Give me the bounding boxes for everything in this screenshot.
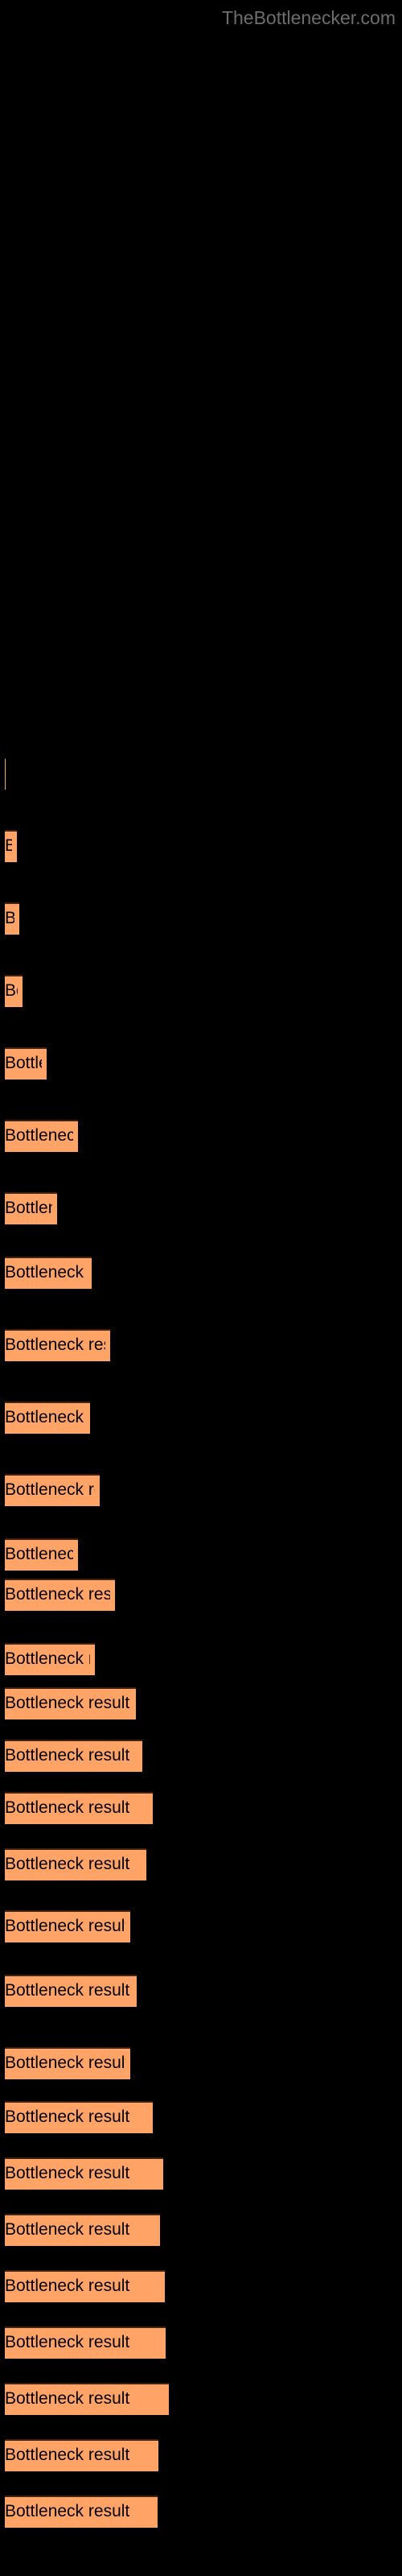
bar-rect [5, 1975, 137, 2007]
bar-rect [5, 2214, 160, 2246]
bar-row: Bottleneck result [0, 975, 402, 1007]
bar-row: Bottleneck result [0, 1047, 402, 1080]
bar-rect [5, 1047, 47, 1080]
bar-row: Bottleneck result [0, 2101, 402, 2133]
bar-row: Bottleneck result [0, 1643, 402, 1675]
bar-row: Bottleneck result [0, 2383, 402, 2415]
bar-rect [5, 975, 23, 1007]
bar-row: Bottleneck result [0, 2270, 402, 2302]
bar-rect [5, 1910, 130, 1942]
bar-rect [5, 902, 19, 935]
bar-row: Bottleneck result [0, 2214, 402, 2246]
bar-row: Bottleneck result [0, 1192, 402, 1224]
bar-rect [5, 2439, 158, 2471]
bar-row: Bottleneck result [0, 1402, 402, 1434]
bar-rect [5, 1687, 136, 1719]
bar-row: Bottleneck result [0, 1910, 402, 1942]
bar-row: Bottleneck result [0, 1792, 402, 1824]
bar-row: Bottleneck result [0, 1538, 402, 1571]
bar-row: Bottleneck result [0, 1687, 402, 1719]
bar-rect [5, 1740, 142, 1772]
bar-rect [5, 2047, 130, 2079]
bar-row: Bottleneck result [0, 1474, 402, 1506]
bar-rect [5, 1192, 57, 1224]
bar-rect [5, 1538, 78, 1571]
bottleneck-bar-chart: Bottleneck result Bottleneck result Bottle… [0, 0, 402, 2576]
bar-rect [5, 1257, 92, 1289]
bar-row: Bottleneck result [0, 2439, 402, 2471]
bar-row: Bottleneck result [0, 2157, 402, 2190]
bar-row: Bottleneck result [0, 1120, 402, 1152]
bar-row: Bottleneck result [0, 758, 402, 790]
bar-rect [5, 1848, 146, 1880]
bar-row: Bottleneck result [0, 1848, 402, 1880]
bar-rect [5, 1402, 90, 1434]
bar-rect [5, 1474, 100, 1506]
bar-row: Bottleneck result [0, 1740, 402, 1772]
bar-row: Bottleneck result [0, 1975, 402, 2007]
bar-rect [5, 1579, 115, 1611]
bar-row: Bottleneck result [0, 2047, 402, 2079]
bar-row: Bottleneck result [0, 1579, 402, 1611]
bar-rect [5, 1643, 95, 1675]
bar-rect [5, 2326, 166, 2359]
bar-rect [5, 830, 17, 862]
bar-rect [5, 2101, 153, 2133]
bar-rect [5, 758, 6, 790]
bar-row: Bottleneck result [0, 2496, 402, 2528]
bar-row: Bottleneck result [0, 830, 402, 862]
bar-rect [5, 1792, 153, 1824]
bar-row: Bottleneck result [0, 902, 402, 935]
bar-rect [5, 1120, 78, 1152]
bar-row: Bottleneck result [0, 1329, 402, 1361]
bar-rect [5, 2270, 165, 2302]
bar-row: Bottleneck result [0, 2326, 402, 2359]
bar-rect [5, 2383, 169, 2415]
bar-rect [5, 2157, 163, 2190]
bar-rect [5, 2496, 158, 2528]
bar-rect [5, 1329, 110, 1361]
bar-row: Bottleneck result [0, 1257, 402, 1289]
